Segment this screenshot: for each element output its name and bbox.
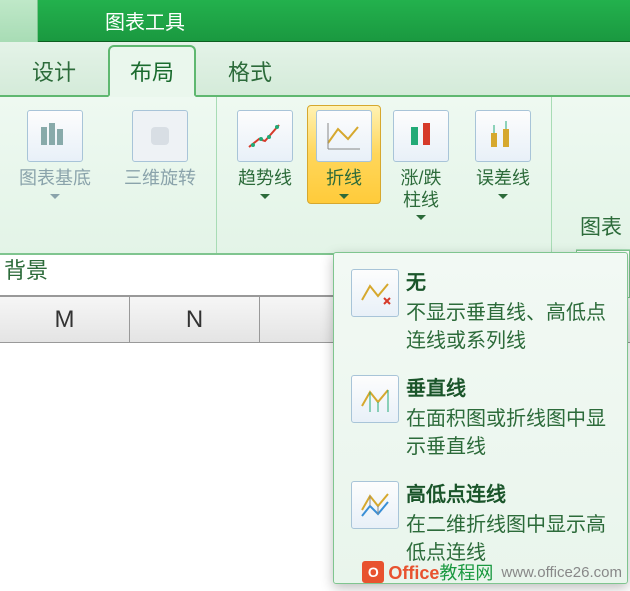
chevron-down-icon bbox=[498, 194, 508, 199]
menu-none-title: 无 bbox=[406, 269, 617, 297]
titlebar-title: 图表工具 bbox=[105, 6, 185, 35]
lines-label: 折线 bbox=[326, 168, 362, 190]
lines-dropdown-menu: 无 不显示垂直线、高低点连线或系列线 垂直线 在面积图或折线图中显示垂直线 高低… bbox=[333, 252, 628, 584]
rotate-3d-button[interactable]: 三维旋转 bbox=[110, 105, 210, 195]
side-label-a: 图表 bbox=[576, 203, 630, 250]
wm-brand1: Office bbox=[388, 563, 439, 583]
ribbon-tabs: 设计 布局 格式 bbox=[0, 42, 630, 97]
menu-drop-title: 垂直线 bbox=[406, 375, 617, 403]
chevron-down-icon bbox=[416, 215, 426, 220]
watermark: O Office教程网 www.office26.com bbox=[362, 559, 622, 585]
chevron-down-icon bbox=[260, 194, 270, 199]
error-bars-label: 误差线 bbox=[476, 168, 530, 190]
chevron-down-icon bbox=[50, 194, 60, 199]
wm-url: www.office26.com bbox=[501, 564, 622, 581]
titlebar-left-corner bbox=[0, 0, 38, 42]
lines-none-icon bbox=[351, 269, 399, 317]
chart-wall-button[interactable]: 图表基底 bbox=[0, 105, 110, 204]
rotate-3d-label: 三维旋转 bbox=[124, 168, 196, 190]
chart-wall-icon bbox=[27, 110, 83, 162]
trendline-button[interactable]: 趋势线 bbox=[223, 105, 307, 204]
error-bars-icon bbox=[475, 110, 531, 162]
menu-none-desc: 不显示垂直线、高低点连线或系列线 bbox=[406, 299, 617, 355]
lines-button[interactable]: 折线 bbox=[307, 105, 381, 204]
lines-drop-icon bbox=[351, 375, 399, 423]
lines-hilo-icon bbox=[351, 481, 399, 529]
col-header-m[interactable]: M bbox=[0, 297, 130, 342]
group-background-label: 背景 bbox=[4, 253, 48, 285]
menu-drop-desc: 在面积图或折线图中显示垂直线 bbox=[406, 405, 617, 461]
wm-brand2: 教程网 bbox=[439, 563, 493, 583]
trendline-label: 趋势线 bbox=[238, 168, 292, 190]
menu-hilo-title: 高低点连线 bbox=[406, 481, 617, 509]
tab-layout[interactable]: 布局 bbox=[108, 45, 196, 97]
updown-bars-button[interactable]: 涨/跌 柱线 bbox=[381, 105, 461, 225]
tab-format[interactable]: 格式 bbox=[206, 45, 294, 95]
col-header-n[interactable]: N bbox=[130, 297, 260, 342]
updown-bars-icon bbox=[393, 110, 449, 162]
group-background: 图表基底 三维旋转 背景 bbox=[0, 97, 217, 253]
chevron-down-icon bbox=[339, 194, 349, 199]
error-bars-button[interactable]: 误差线 bbox=[461, 105, 545, 204]
trendline-icon bbox=[237, 110, 293, 162]
chart-wall-label: 图表基底 bbox=[19, 168, 91, 190]
contextual-titlebar: 图表工具 bbox=[0, 0, 630, 42]
menu-item-droplines[interactable]: 垂直线 在面积图或折线图中显示垂直线 bbox=[338, 365, 623, 471]
watermark-logo-icon: O bbox=[362, 561, 384, 583]
tab-design[interactable]: 设计 bbox=[10, 45, 98, 95]
updown-bars-label: 涨/跌 柱线 bbox=[400, 168, 441, 211]
ribbon: 图表基底 三维旋转 背景 趋势线 折线 bbox=[0, 97, 630, 255]
menu-item-none[interactable]: 无 不显示垂直线、高低点连线或系列线 bbox=[338, 259, 623, 365]
group-analysis: 趋势线 折线 涨/跌 柱线 误差线 bbox=[217, 97, 552, 253]
rotate-3d-icon bbox=[132, 110, 188, 162]
lines-icon bbox=[316, 110, 372, 162]
